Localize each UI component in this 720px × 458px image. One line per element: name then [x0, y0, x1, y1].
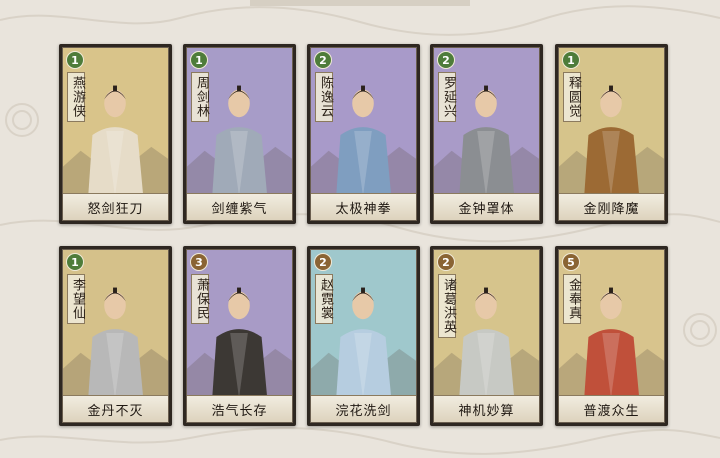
skill-name: 浩气长存	[187, 395, 292, 422]
cost-badge: 1	[190, 51, 208, 69]
cost-badge: 2	[437, 51, 455, 69]
cost-badge: 5	[562, 253, 580, 271]
cost-badge: 2	[314, 253, 332, 271]
hero-card[interactable]: 2 罗延兴金钟罩体	[430, 44, 543, 224]
cost-badge: 2	[437, 253, 455, 271]
hero-card[interactable]: 2 陈逸云太极神拳	[307, 44, 420, 224]
skill-name: 金丹不灭	[63, 395, 168, 422]
hero-name: 赵霓裳	[315, 274, 333, 324]
cost-badge: 1	[66, 253, 84, 271]
skill-name: 太极神拳	[311, 193, 416, 220]
hero-name: 诸葛洪英	[438, 274, 456, 338]
hero-card[interactable]: 1 李望仙金丹不灭	[59, 246, 172, 426]
hero-name: 萧保民	[191, 274, 209, 324]
hero-card[interactable]: 1 释圆觉金刚降魔	[555, 44, 668, 224]
hero-name: 罗延兴	[438, 72, 456, 122]
skill-name: 金刚降魔	[559, 193, 664, 220]
hero-card[interactable]: 5 金奉真普渡众生	[555, 246, 668, 426]
skill-name: 神机妙算	[434, 395, 539, 422]
hero-card[interactable]: 2 赵霓裳浣花洗剑	[307, 246, 420, 426]
hero-name: 周剑林	[191, 72, 209, 122]
cost-badge: 2	[314, 51, 332, 69]
hero-name: 释圆觉	[563, 72, 581, 122]
cost-badge: 3	[190, 253, 208, 271]
hero-name: 燕游侠	[67, 72, 85, 122]
hero-name: 陈逸云	[315, 72, 333, 122]
skill-name: 金钟罩体	[434, 193, 539, 220]
cost-badge: 1	[66, 51, 84, 69]
skill-name: 剑缠紫气	[187, 193, 292, 220]
hero-card[interactable]: 1 燕游侠怒剑狂刀	[59, 44, 172, 224]
hero-card[interactable]: 2 诸葛洪英神机妙算	[430, 246, 543, 426]
skill-name: 怒剑狂刀	[63, 193, 168, 220]
hero-card[interactable]: 1 周剑林剑缠紫气	[183, 44, 296, 224]
skill-name: 普渡众生	[559, 395, 664, 422]
skill-name: 浣花洗剑	[311, 395, 416, 422]
hero-card[interactable]: 3 萧保民浩气长存	[183, 246, 296, 426]
hero-name: 金奉真	[563, 274, 581, 324]
hero-name: 李望仙	[67, 274, 85, 324]
cost-badge: 1	[562, 51, 580, 69]
